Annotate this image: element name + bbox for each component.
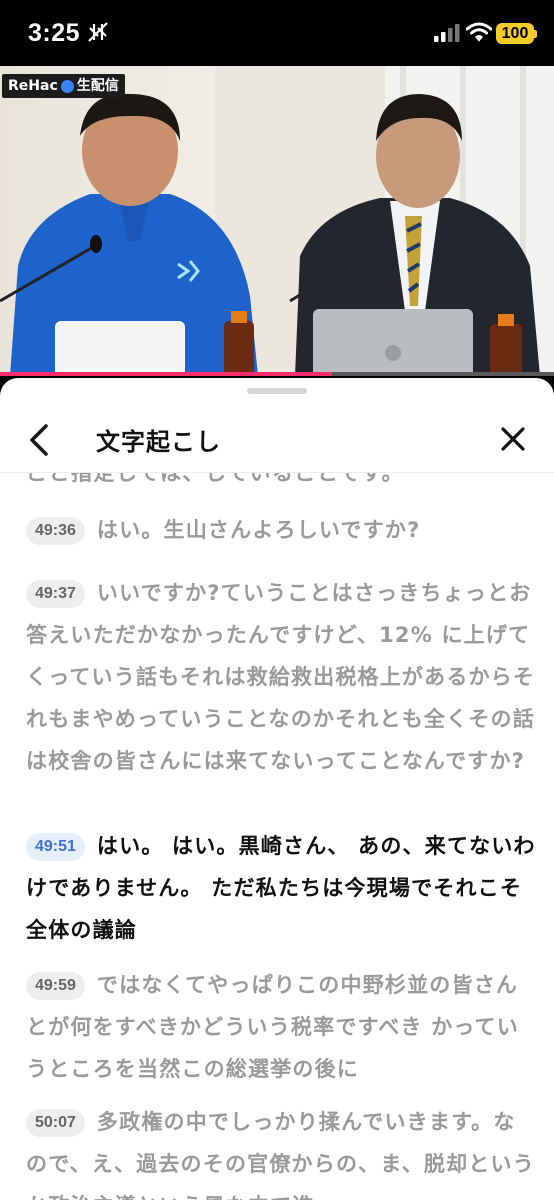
segment-text: はい。 はい。黒崎さん、 あの、来てないわけでありません。 ただ私たちは今現場で…	[26, 834, 536, 942]
sheet-header: 文字起こし	[0, 408, 554, 472]
transcript-sheet: 文字起こし こと指定しては、していることです。 49:36 はい。生山さんよろしい…	[0, 378, 554, 1200]
channel-badge-suffix: 生配信	[76, 78, 119, 94]
channel-badge: ReHac 生配信	[2, 74, 125, 98]
timestamp-chip[interactable]: 50:07	[26, 1109, 85, 1137]
wifi-icon	[466, 22, 492, 42]
battery-cap	[534, 30, 537, 38]
transcript-list[interactable]: こと指定しては、していることです。 49:36 はい。生山さんよろしいですか? 4…	[0, 473, 554, 1200]
segment-text: はい。生山さんよろしいですか?	[96, 518, 421, 542]
channel-logo-icon	[60, 79, 74, 93]
mute-icon	[88, 22, 108, 42]
timestamp-chip[interactable]: 49:59	[26, 972, 85, 1000]
timestamp-chip[interactable]: 49:37	[26, 580, 85, 608]
battery-icon: 100	[496, 23, 534, 44]
segment-text: ではなくてやっぱりこの中野杉並の皆さん とが何をすべきかどういう税率ですべき か…	[26, 973, 519, 1081]
transcript-segment-active[interactable]: 49:51 はい。 はい。黒崎さん、 あの、来てないわけでありません。 ただ私たち…	[26, 825, 536, 951]
transcript-segment[interactable]: 49:59 ではなくてやっぱりこの中野杉並の皆さん とが何をすべきかどういう税率で…	[26, 964, 536, 1090]
timestamp-chip-active[interactable]: 49:51	[26, 833, 85, 861]
video-progress-fill	[0, 372, 333, 376]
channel-badge-name: ReHac	[8, 78, 58, 94]
transcript-segment[interactable]: 49:37 いいですか?ていうことはさっきちょっとお答えいただかなかったんですけど…	[26, 572, 536, 782]
signal-icon	[434, 24, 460, 42]
status-time: 3:25	[28, 19, 81, 47]
segment-text: いいですか?ていうことはさっきちょっとお答えいただかなかったんですけど、12% …	[26, 581, 536, 773]
video-frame	[0, 66, 554, 376]
sheet-grabber[interactable]	[247, 388, 307, 394]
transcript-segment[interactable]: 50:07 多政権の中でしっかり揉んでいきます。な ので、え、過去のその官僚からの…	[26, 1101, 536, 1200]
video-progress-bar[interactable]	[0, 372, 554, 376]
video-player[interactable]: ReHac 生配信	[0, 66, 554, 376]
sheet-title: 文字起こし	[96, 428, 221, 456]
segment-text: 多政権の中でしっかり揉んでいきます。な ので、え、過去のその官僚からの、ま、脱却…	[26, 1110, 535, 1200]
chevron-left-icon[interactable]	[22, 420, 58, 460]
timestamp-chip[interactable]: 49:36	[26, 517, 85, 545]
status-bar: 3:25 100	[0, 0, 554, 66]
close-icon[interactable]	[496, 422, 530, 456]
transcript-segment[interactable]: 49:36 はい。生山さんよろしいですか?	[26, 509, 536, 551]
transcript-cut-line: こと指定しては、していることです。	[26, 473, 405, 485]
